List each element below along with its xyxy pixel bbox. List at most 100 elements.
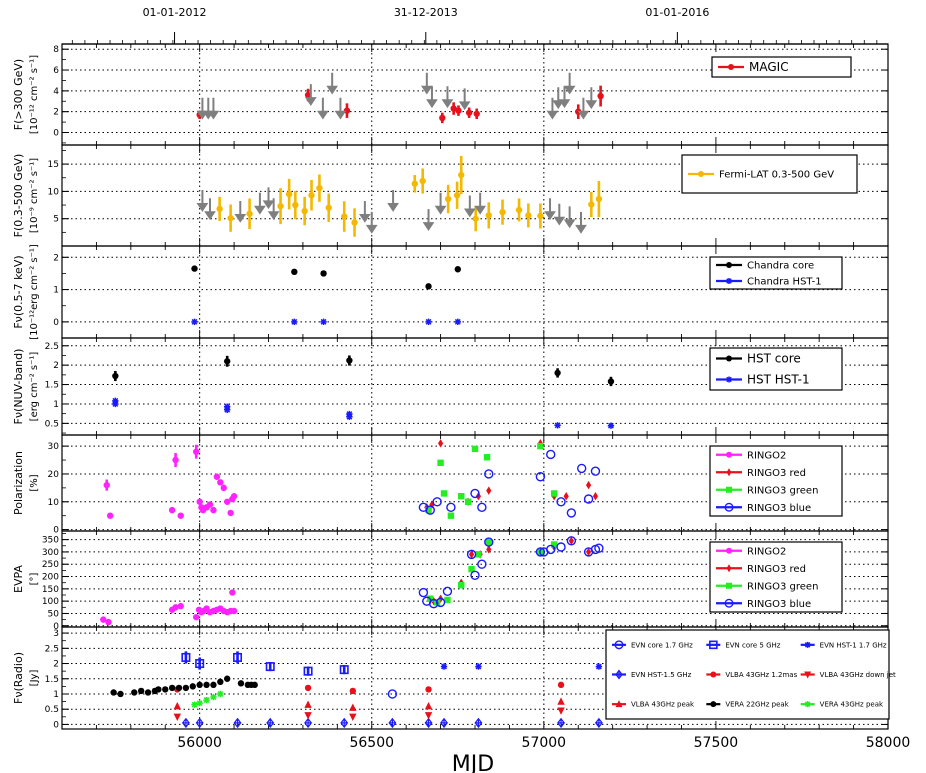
data-point bbox=[175, 684, 183, 692]
data-point bbox=[454, 266, 461, 273]
data-point bbox=[485, 538, 492, 546]
data-point bbox=[544, 198, 556, 221]
data-point bbox=[112, 397, 119, 405]
data-point bbox=[483, 454, 491, 461]
data-point bbox=[237, 680, 245, 687]
legend-label: EVN core 1.7 GHz bbox=[631, 641, 693, 649]
y-axis-unit: [10⁻¹²erg cm⁻² s⁻¹] bbox=[29, 244, 40, 340]
data-point bbox=[262, 187, 275, 210]
data-point bbox=[173, 713, 181, 722]
data-point bbox=[424, 701, 433, 710]
data-point bbox=[439, 114, 446, 122]
data-point bbox=[463, 195, 476, 218]
data-point bbox=[196, 699, 203, 707]
y-tick-label: 1 bbox=[53, 400, 59, 410]
y-tick-label: 350 bbox=[42, 536, 59, 546]
multi-panel-light-curve: 02468F(>300 GeV) [10⁻¹² cm⁻² s⁻¹] MAGIC510… bbox=[12, 6, 910, 773]
data-point bbox=[301, 207, 308, 215]
legend-marker bbox=[726, 486, 732, 493]
panel-3: 0 1 2 Fν(0.5-7 keV) [10⁻¹²erg cm⁻² s⁻¹] Chand… bbox=[12, 244, 889, 340]
legend-label: VLBA 43GHz peak bbox=[631, 701, 695, 709]
data-point bbox=[420, 72, 433, 95]
data-point bbox=[224, 358, 231, 365]
data-point bbox=[193, 613, 200, 621]
data-point bbox=[308, 192, 315, 199]
data-point bbox=[441, 86, 454, 109]
y-tick-label: 10 bbox=[48, 187, 60, 197]
series-chandra-hst-1 bbox=[191, 318, 461, 326]
data-point bbox=[563, 206, 576, 229]
data-point bbox=[291, 318, 298, 326]
data-point bbox=[217, 690, 224, 698]
legend-label: RINGO3 red bbox=[747, 564, 806, 575]
y-axis-unit: [10⁻⁹ cm⁻² s⁻¹] bbox=[29, 158, 40, 233]
legend-7: EVN core 1.7 GHz EVN core 5 GHz EVN HST-1 … bbox=[605, 629, 896, 720]
data-point bbox=[486, 486, 492, 495]
legend-label: RINGO2 bbox=[747, 546, 786, 557]
data-point bbox=[588, 201, 595, 208]
x-axis: 56000 56500 57000 57500 58000 bbox=[177, 735, 910, 751]
legend-label: Chandra HST-1 bbox=[747, 277, 822, 288]
y-tick-label: 200 bbox=[42, 573, 59, 583]
data-point bbox=[304, 712, 312, 720]
data-point bbox=[454, 318, 461, 326]
data-point bbox=[607, 378, 615, 385]
data-point bbox=[475, 663, 482, 670]
data-point bbox=[196, 498, 203, 505]
y-tick-label: 3 bbox=[53, 629, 59, 639]
data-point bbox=[458, 171, 465, 179]
data-point bbox=[546, 449, 556, 460]
series-evn-hst-1-1-7-ghz bbox=[440, 663, 603, 670]
data-point bbox=[144, 689, 152, 696]
data-point bbox=[227, 214, 234, 222]
data-point bbox=[320, 318, 327, 326]
y-tick-label: 250 bbox=[42, 560, 59, 570]
data-point bbox=[181, 717, 190, 729]
panel-6: 050100150200250300350EVPA [°]RINGO2RINGO3… bbox=[12, 530, 889, 632]
legend-marker bbox=[804, 701, 811, 708]
legend-label: EVN core 5 GHz bbox=[725, 641, 780, 649]
top-date-label: 31-12-2013 bbox=[394, 6, 458, 19]
top-date-label: 01-01-2016 bbox=[645, 6, 709, 19]
y-tick-label: 1.5 bbox=[45, 675, 59, 685]
data-point bbox=[213, 473, 221, 480]
data-point bbox=[191, 318, 198, 326]
y-tick-label: 50 bbox=[48, 609, 60, 619]
data-point bbox=[117, 690, 124, 698]
data-point bbox=[105, 618, 112, 626]
data-point bbox=[472, 215, 479, 222]
data-point bbox=[444, 195, 452, 203]
y-axis-unit: [°] bbox=[29, 573, 40, 586]
data-point bbox=[227, 509, 234, 517]
data-point bbox=[334, 97, 347, 120]
data-point bbox=[106, 512, 114, 519]
y-axis-label: Fν(0.5-7 keV) bbox=[12, 255, 25, 328]
y-tick-label: 6 bbox=[53, 66, 59, 76]
series-fermi-lat-upper-limits bbox=[196, 187, 587, 234]
y-tick-label: 100 bbox=[42, 597, 59, 607]
legend-label: RINGO3 green bbox=[747, 581, 818, 592]
data-point bbox=[474, 192, 487, 215]
data-point bbox=[229, 589, 236, 596]
data-point bbox=[557, 717, 565, 729]
y-tick-label: 30 bbox=[48, 442, 60, 452]
data-point bbox=[316, 184, 323, 192]
data-point bbox=[251, 681, 258, 689]
data-point bbox=[556, 542, 566, 552]
data-point bbox=[349, 713, 357, 722]
series-magic-upper-limits bbox=[196, 72, 598, 120]
data-point bbox=[210, 681, 217, 689]
data-point bbox=[210, 693, 217, 701]
y-tick-label: 0 bbox=[53, 720, 59, 730]
series-vlba-43ghz-1-2mas bbox=[174, 681, 565, 695]
data-point bbox=[425, 318, 432, 326]
data-point bbox=[246, 210, 253, 217]
data-point bbox=[432, 497, 442, 507]
data-point bbox=[325, 204, 332, 211]
data-point bbox=[425, 283, 432, 290]
legend-5: RINGO2 RINGO3 red RINGO3 green RINGO3 blue bbox=[709, 445, 843, 517]
y-tick-label: 0.5 bbox=[45, 705, 59, 715]
y-axis-label: Fν(NUV-band) bbox=[12, 349, 25, 425]
data-point bbox=[447, 512, 455, 519]
data-point bbox=[607, 422, 615, 429]
